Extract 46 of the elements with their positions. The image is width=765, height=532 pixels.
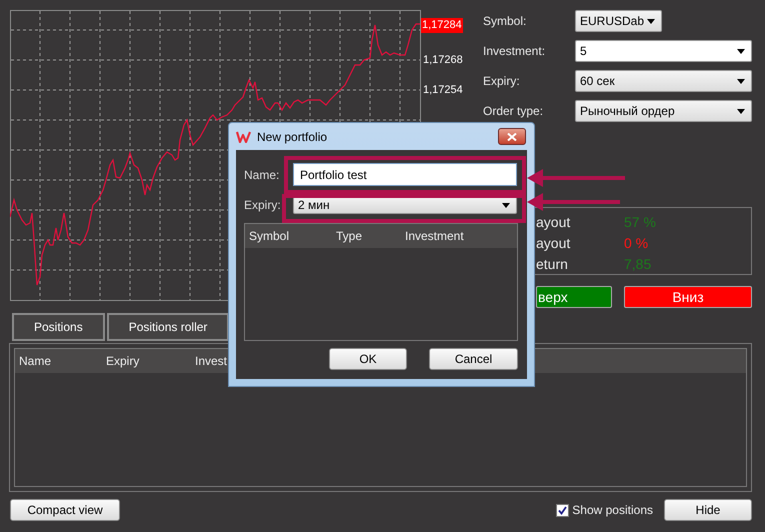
axis-label: 1,17268 bbox=[423, 54, 463, 67]
checkbox-label: Show positions bbox=[572, 503, 653, 517]
hide-button[interactable]: Hide bbox=[664, 499, 752, 521]
ok-button[interactable]: OK bbox=[329, 348, 407, 370]
column-header: Investment bbox=[405, 229, 465, 243]
app-logo-icon bbox=[236, 130, 252, 142]
stat-value: 0 % bbox=[624, 234, 648, 253]
column-header: Type bbox=[336, 229, 364, 243]
cancel-button[interactable]: Cancel bbox=[429, 348, 518, 370]
caret-icon bbox=[502, 202, 510, 208]
close-icon bbox=[507, 132, 517, 140]
column-header: Expiry bbox=[106, 354, 140, 368]
investment-field[interactable]: 5 bbox=[575, 40, 752, 62]
column-header: Symbol bbox=[249, 229, 290, 243]
close-button[interactable] bbox=[498, 128, 526, 145]
caret-icon bbox=[737, 78, 745, 84]
field-label: Symbol: bbox=[483, 14, 528, 28]
field-label: Order type: bbox=[483, 104, 544, 118]
caret-icon bbox=[647, 18, 655, 24]
column-header: Name bbox=[19, 354, 52, 368]
dialog-title: New portfolio bbox=[257, 130, 328, 144]
stat-label: eturn bbox=[536, 255, 569, 274]
tab[interactable]: Positions roller bbox=[106, 313, 230, 341]
check-icon bbox=[558, 506, 568, 514]
checkbox[interactable] bbox=[556, 504, 570, 516]
dropdown[interactable]: Рыночный ордер bbox=[575, 100, 752, 122]
dropdown[interactable]: 60 сек bbox=[575, 70, 752, 92]
field-label: Expiry: bbox=[483, 74, 521, 88]
caret-icon bbox=[737, 48, 745, 54]
name-field[interactable]: Portfolio test bbox=[293, 163, 517, 186]
stat-label: ayout bbox=[536, 234, 572, 253]
stat-value: 57 % bbox=[624, 213, 656, 232]
dropdown[interactable]: EURUSDab bbox=[575, 10, 662, 32]
axis-label: 1,17254 bbox=[423, 84, 463, 97]
price-tag: 1,17284 bbox=[421, 18, 463, 33]
tab[interactable]: Positions bbox=[12, 313, 105, 341]
caret-icon bbox=[737, 108, 745, 114]
down-button[interactable]: Вниз bbox=[624, 286, 752, 308]
up-button[interactable]: верх bbox=[536, 286, 612, 308]
column-header: Invest bbox=[195, 354, 228, 368]
stat-value: 7,85 bbox=[624, 255, 652, 274]
field-label: Investment: bbox=[483, 44, 546, 58]
field-label: Expiry: bbox=[244, 198, 282, 212]
compact-view-button[interactable]: Compact view bbox=[10, 499, 120, 521]
field-label: Name: bbox=[244, 168, 280, 182]
stat-label: ayout bbox=[536, 213, 572, 232]
